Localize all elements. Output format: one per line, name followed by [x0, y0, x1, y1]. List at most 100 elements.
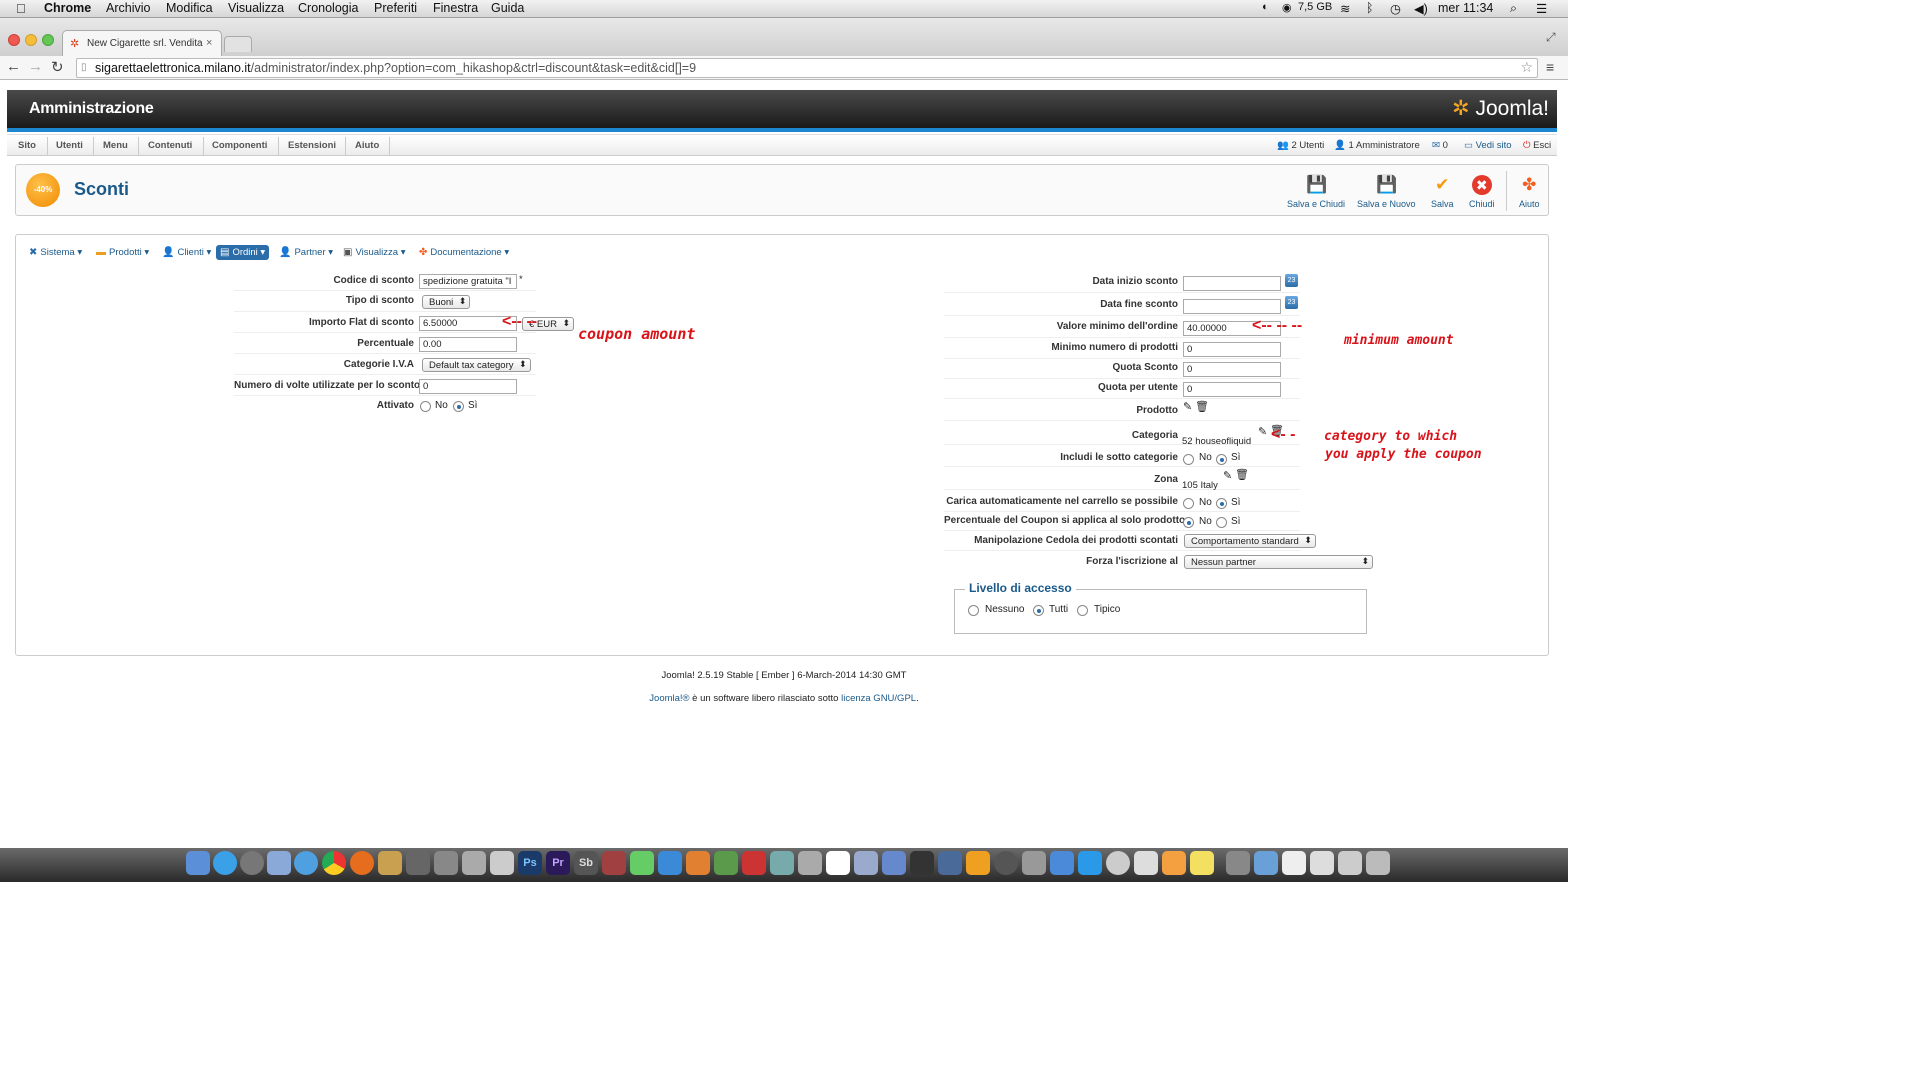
- preview-icon[interactable]: [267, 851, 291, 875]
- messages-status[interactable]: ✉ 0: [1432, 140, 1448, 151]
- activity-monitor-icon[interactable]: [910, 851, 934, 875]
- menu-preferiti[interactable]: Preferiti: [374, 1, 417, 15]
- hika-menu-partner[interactable]: 👤 Partner ▾: [279, 247, 333, 258]
- app-icon[interactable]: [462, 851, 486, 875]
- app-icon[interactable]: [1106, 851, 1130, 875]
- quota-user-input[interactable]: 0: [1183, 382, 1281, 397]
- spotlight-icon[interactable]: ⌕: [1510, 1, 1517, 16]
- users-status[interactable]: 👥 2 Utenti: [1277, 140, 1324, 151]
- access-all-radio[interactable]: [1033, 605, 1044, 616]
- start-date-input[interactable]: [1183, 276, 1281, 291]
- menu-componenti[interactable]: Componenti: [212, 140, 267, 151]
- percent-only-yes-radio[interactable]: [1216, 517, 1227, 528]
- close-button[interactable]: ✖ Chiudi: [1469, 175, 1495, 209]
- app-icon[interactable]: [938, 851, 962, 875]
- chrome-menu-icon[interactable]: ≡: [1546, 59, 1554, 75]
- menu-menu[interactable]: Menu: [103, 140, 128, 151]
- manip-select[interactable]: Comportamento standard: [1184, 534, 1316, 548]
- document-icon[interactable]: [1338, 851, 1362, 875]
- view-site-link[interactable]: ▭ Vedi sito: [1464, 140, 1512, 151]
- menu-finestra[interactable]: Finestra: [433, 1, 478, 15]
- time-machine-app-icon[interactable]: [994, 851, 1018, 875]
- app-icon[interactable]: [1134, 851, 1158, 875]
- menu-guida[interactable]: Guida: [491, 1, 524, 15]
- volume-icon[interactable]: ◀): [1414, 1, 1428, 16]
- trash-icon[interactable]: 🗑: [1195, 400, 1209, 413]
- browser-tab[interactable]: ✲ New Cigarette srl. Vendita ×: [62, 30, 222, 56]
- imovie-icon[interactable]: [406, 851, 430, 875]
- app-icon[interactable]: [882, 851, 906, 875]
- code-input[interactable]: spedizione gratuita "I: [419, 274, 517, 289]
- clock-icon[interactable]: ◷: [1390, 1, 1401, 16]
- word-icon[interactable]: [658, 851, 682, 875]
- app-icon[interactable]: [378, 851, 402, 875]
- hika-menu-ordini[interactable]: ▤ Ordini ▾: [216, 245, 270, 260]
- app-icon[interactable]: [630, 851, 654, 875]
- menu-visualizza[interactable]: Visualizza: [228, 1, 284, 15]
- percent-input[interactable]: 0.00: [419, 337, 517, 352]
- fullscreen-icon[interactable]: ⤢: [1546, 30, 1556, 45]
- app-icon[interactable]: [742, 851, 766, 875]
- edit-icon[interactable]: ✎: [1183, 400, 1192, 413]
- notifications-icon[interactable]: ☰: [1536, 1, 1547, 16]
- zoom-window-icon[interactable]: [42, 34, 54, 46]
- menu-estensioni[interactable]: Estensioni: [288, 140, 336, 151]
- hika-menu-visualizza[interactable]: ▣ Visualizza ▾: [343, 247, 405, 258]
- type-select[interactable]: Buoni: [422, 295, 471, 309]
- save-new-button[interactable]: 💾 Salva e Nuovo: [1357, 175, 1416, 209]
- app-icon[interactable]: [490, 851, 514, 875]
- license-link[interactable]: licenza GNU/GPL: [841, 693, 916, 704]
- menu-contenuti[interactable]: Contenuti: [148, 140, 192, 151]
- app-icon[interactable]: [686, 851, 710, 875]
- end-date-input[interactable]: [1183, 299, 1281, 314]
- app-icon[interactable]: [854, 851, 878, 875]
- access-none-radio[interactable]: [968, 605, 979, 616]
- active-no-radio[interactable]: [420, 401, 431, 412]
- menubar-clock[interactable]: mer 11:34: [1438, 1, 1493, 15]
- app-icon[interactable]: [1050, 851, 1074, 875]
- forward-icon[interactable]: →: [28, 58, 43, 75]
- url-field[interactable]: ▯ sigarettaelettronica.milano.it/adminis…: [76, 58, 1538, 78]
- help-button[interactable]: ✤ Aiuto: [1519, 175, 1540, 209]
- edit-icon[interactable]: ✎: [1223, 469, 1232, 482]
- calendar-app-icon[interactable]: [826, 851, 850, 875]
- app-icon[interactable]: [602, 851, 626, 875]
- save-close-button[interactable]: 💾 Salva e Chiudi: [1287, 175, 1345, 209]
- menu-sito[interactable]: Sito: [18, 140, 36, 151]
- app-store-icon[interactable]: [213, 851, 237, 875]
- app-icon[interactable]: [1226, 851, 1250, 875]
- menu-modifica[interactable]: Modifica: [166, 1, 213, 15]
- document-icon[interactable]: [1282, 851, 1306, 875]
- app-icon[interactable]: [1162, 851, 1186, 875]
- soundbooth-icon[interactable]: Sb: [574, 851, 598, 875]
- calendar-icon[interactable]: 23: [1285, 274, 1298, 287]
- app-icon[interactable]: [714, 851, 738, 875]
- uses-input[interactable]: 0: [419, 379, 517, 394]
- access-typical-radio[interactable]: [1077, 605, 1088, 616]
- premiere-icon[interactable]: Pr: [546, 851, 570, 875]
- hika-menu-documentazione[interactable]: ✤ Documentazione ▾: [419, 247, 509, 258]
- hika-menu-sistema[interactable]: ✖ Sistema ▾: [29, 247, 82, 258]
- quota-input[interactable]: 0: [1183, 362, 1281, 377]
- menu-utenti[interactable]: Utenti: [56, 140, 83, 151]
- firefox-icon[interactable]: [350, 851, 374, 875]
- apple-icon[interactable]: : [16, 1, 26, 16]
- finder-icon[interactable]: [186, 851, 210, 875]
- force-select[interactable]: Nessun partner: [1184, 555, 1373, 569]
- hika-menu-clienti[interactable]: 👤 Clienti ▾: [162, 247, 211, 258]
- save-button[interactable]: ✔ Salva: [1431, 175, 1454, 209]
- autoload-yes-radio[interactable]: [1216, 498, 1227, 509]
- document-icon[interactable]: [1310, 851, 1334, 875]
- logout-link[interactable]: ⏻ Esci: [1523, 140, 1551, 151]
- active-yes-radio[interactable]: [453, 401, 464, 412]
- photoshop-icon[interactable]: Ps: [518, 851, 542, 875]
- app-icon[interactable]: [1022, 851, 1046, 875]
- calendar-icon[interactable]: 23: [1285, 296, 1298, 309]
- tax-select[interactable]: Default tax category: [422, 358, 531, 372]
- menu-cronologia[interactable]: Cronologia: [298, 1, 358, 15]
- folder-icon[interactable]: [1254, 851, 1278, 875]
- min-products-input[interactable]: 0: [1183, 342, 1281, 357]
- close-tab-icon[interactable]: ×: [206, 37, 212, 49]
- stickies-icon[interactable]: [1190, 851, 1214, 875]
- safari-icon[interactable]: [294, 851, 318, 875]
